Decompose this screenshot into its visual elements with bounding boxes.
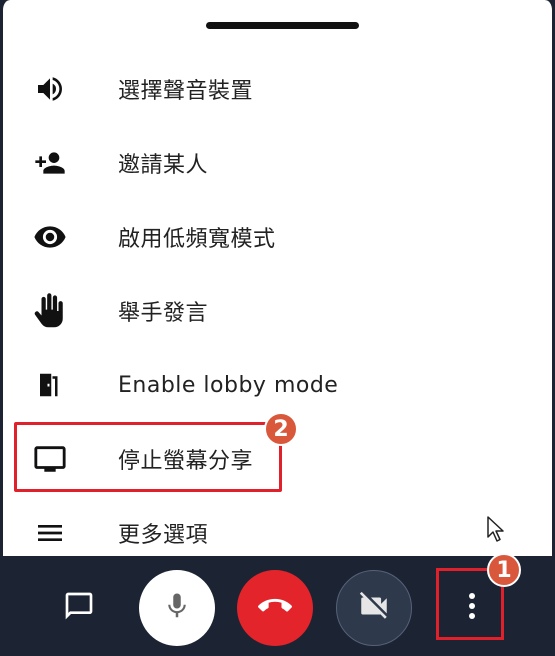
person-add-icon (31, 144, 69, 182)
step-badge-2: 2 (264, 412, 298, 446)
menu-item-invite[interactable]: 邀請某人 (3, 126, 552, 200)
camera-off-icon (357, 589, 391, 627)
menu-item-label: Enable lobby mode (118, 372, 339, 398)
hangup-button[interactable] (237, 570, 313, 646)
menu-item-low-bandwidth[interactable]: 啟用低頻寬模式 (3, 200, 552, 274)
chat-button[interactable] (54, 583, 104, 633)
menu-item-audio-device[interactable]: 選擇聲音裝置 (3, 52, 552, 126)
raised-hand-icon (31, 292, 69, 330)
drag-handle[interactable] (206, 22, 359, 29)
eye-icon (31, 218, 69, 256)
menu-item-raise-hand[interactable]: 舉手發言 (3, 274, 552, 348)
highlight-box-stop-share (14, 422, 282, 492)
hangup-icon (258, 589, 292, 627)
menu-item-label: 邀請某人 (118, 153, 209, 178)
mouse-cursor-icon (486, 515, 506, 547)
step-badge-1: 1 (487, 553, 521, 587)
microphone-icon (162, 591, 192, 625)
chat-icon (63, 590, 95, 626)
menu-item-label: 舉手發言 (118, 301, 209, 326)
volume-icon (31, 70, 69, 108)
door-icon (31, 366, 69, 404)
menu-item-lobby-mode[interactable]: Enable lobby mode (3, 348, 552, 422)
camera-button[interactable] (336, 570, 412, 646)
menu-item-label: 更多選項 (118, 523, 209, 548)
menu-item-label: 啟用低頻寬模式 (118, 227, 276, 252)
options-menu: 選擇聲音裝置 邀請某人 啟用低頻寬模式 舉手發言 Enable lobby mo… (3, 52, 552, 570)
menu-item-label: 選擇聲音裝置 (118, 79, 254, 104)
microphone-button[interactable] (139, 570, 215, 646)
menu-icon (31, 514, 69, 552)
